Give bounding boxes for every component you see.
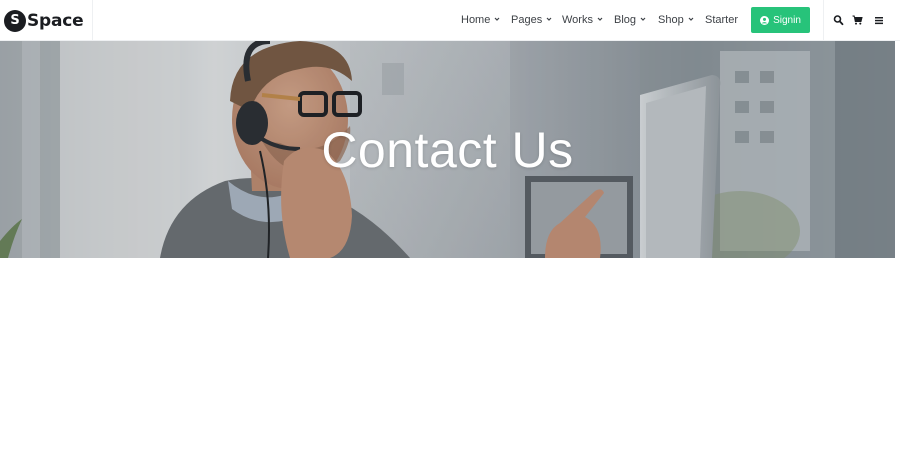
nav-item-pages[interactable]: Pages (511, 14, 552, 26)
nav-item-starter[interactable]: Starter (705, 14, 738, 26)
logo-mark: S (4, 9, 26, 32)
search-icon[interactable] (833, 14, 844, 26)
nav-item-label: Home (461, 14, 491, 26)
signin-label: Signin (773, 14, 801, 26)
nav-item-works[interactable]: Works (562, 14, 603, 26)
nav-item-blog[interactable]: Blog (614, 14, 646, 26)
menu-icon[interactable] (874, 14, 885, 26)
chevron-down-icon (640, 16, 646, 22)
user-icon (760, 15, 770, 25)
chevron-down-icon (597, 16, 603, 22)
site-header: S Space Home Pages Works Blog Shop Start… (0, 0, 900, 41)
chevron-down-icon (494, 16, 500, 22)
nav-item-label: Works (562, 14, 593, 26)
nav-item-label: Blog (614, 14, 637, 26)
nav-item-label: Starter (705, 14, 739, 26)
logo-text: Space (27, 10, 84, 31)
nav-item-shop[interactable]: Shop (658, 14, 694, 26)
nav-item-label: Pages (511, 14, 543, 26)
brand-logo[interactable]: S Space (0, 0, 93, 41)
header-divider (823, 0, 824, 41)
cart-icon[interactable] (852, 14, 863, 26)
hero-banner: Contact Us (0, 41, 895, 258)
signin-button[interactable]: Signin (751, 7, 810, 33)
nav-item-label: Shop (658, 14, 684, 26)
page-edge (895, 41, 900, 258)
nav-item-home[interactable]: Home (461, 14, 500, 26)
chevron-down-icon (546, 16, 552, 22)
page-title: Contact Us (321, 122, 574, 178)
chevron-down-icon (688, 16, 694, 22)
